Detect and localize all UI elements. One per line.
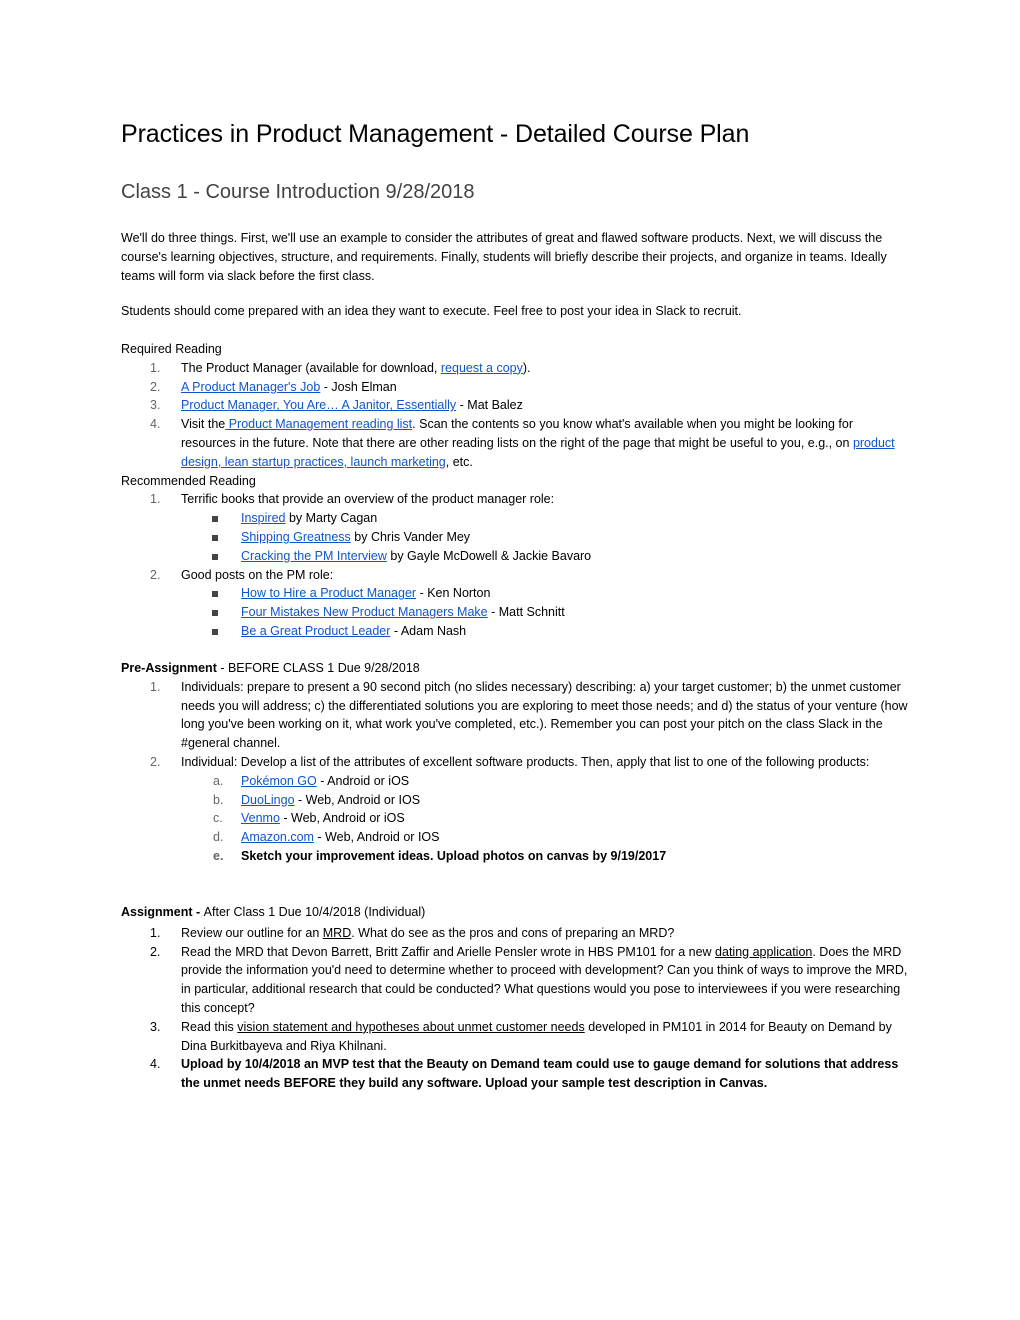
bullet-item: How to Hire a Product Manager - Ken Nort… (121, 584, 911, 603)
list-item: 2. A Product Manager's Job - Josh Elman (150, 379, 397, 394)
pm-job-link[interactable]: A Product Manager's Job (181, 380, 320, 394)
pre-assignment-section: Pre-Assignment - BEFORE CLASS 1 Due 9/28… (121, 659, 911, 866)
launch-marketing-link[interactable]: , launch marketing (344, 455, 446, 469)
pre-assignment-heading: Pre-Assignment - BEFORE CLASS 1 Due 9/28… (121, 661, 420, 675)
pm-janitor-link[interactable]: Product Manager, You Are… A Janitor, Ess… (181, 398, 456, 412)
square-bullet-icon (212, 553, 218, 560)
bullet-item: Shipping Greatness by Chris Vander Mey (121, 528, 911, 547)
assignment-section: Assignment - After Class 1 Due 10/4/2018… (121, 903, 911, 1093)
document-title: Practices in Product Management - Detail… (121, 120, 750, 148)
required-reading-heading: Required Reading (121, 342, 222, 356)
cracking-pm-link[interactable]: Cracking the PM Interview (241, 549, 387, 563)
list-item: 1. Individuals: prepare to present a 90 … (150, 679, 908, 751)
required-reading-section: Required Reading 1. The Product Manager … (121, 340, 911, 641)
list-item: 3. Product Manager, You Are… A Janitor, … (150, 398, 523, 413)
inspired-link[interactable]: Inspired (241, 511, 285, 525)
assignment-heading: Assignment - After Class 1 Due 10/4/2018… (121, 905, 426, 919)
pokemon-go-link[interactable]: Pokémon GO (241, 774, 317, 788)
list-item: 1. Review our outline for an MRD. What d… (150, 925, 675, 940)
list-item: 2. Read the MRD that Devon Barrett, Brit… (150, 944, 908, 1015)
product-item: a. Pokémon GO - Android or iOS (213, 773, 410, 788)
product-item: d. Amazon.com - Web, Android or IOS (213, 830, 440, 845)
product-item: e. Sketch your improvement ideas. Upload… (213, 848, 667, 863)
vision-statement-link[interactable]: vision statement and hypotheses about un… (237, 1020, 584, 1034)
list-item: 1. Terrific books that provide an overvi… (150, 492, 555, 507)
list-item: 2. Good posts on the PM role: (150, 567, 334, 582)
dating-application-link[interactable]: dating application (715, 945, 812, 959)
four-mistakes-link[interactable]: Four Mistakes New Product Managers Make (241, 605, 488, 619)
duolingo-link[interactable]: DuoLingo (241, 793, 295, 807)
product-item: c. Venmo - Web, Android or iOS (213, 811, 405, 826)
venmo-link[interactable]: Venmo (241, 811, 280, 825)
prep-note: Students should come prepared with an id… (121, 304, 742, 318)
bullet-item: Inspired by Marty Cagan (121, 509, 911, 528)
mrd-link[interactable]: MRD (323, 926, 351, 940)
request-copy-link[interactable]: request a copy (441, 361, 523, 375)
amazon-link[interactable]: Amazon.com (241, 830, 314, 844)
square-bullet-icon (212, 591, 218, 598)
pm-reading-list-link[interactable]: Product Management reading list (225, 417, 412, 431)
bullet-item: Four Mistakes New Product Managers Make … (121, 603, 911, 622)
square-bullet-icon (212, 610, 218, 617)
square-bullet-icon (212, 516, 218, 523)
shipping-greatness-link[interactable]: Shipping Greatness (241, 530, 351, 544)
square-bullet-icon (212, 534, 218, 541)
list-item: 1. The Product Manager (available for do… (150, 360, 531, 375)
class-heading: Class 1 - Course Introduction 9/28/2018 (121, 181, 475, 203)
bullet-item: Be a Great Product Leader - Adam Nash (121, 622, 911, 641)
intro-paragraph: We'll do three things. First, we'll use … (121, 231, 887, 283)
list-item: 2. Individual: Develop a list of the att… (150, 754, 870, 769)
product-item: b. DuoLingo - Web, Android or IOS (213, 792, 421, 807)
square-bullet-icon (212, 628, 218, 635)
bullet-item: Cracking the PM Interview by Gayle McDow… (121, 547, 911, 566)
great-leader-link[interactable]: Be a Great Product Leader (241, 624, 390, 638)
list-item: 3. Read this vision statement and hypoth… (150, 1019, 892, 1053)
hire-pm-link[interactable]: How to Hire a Product Manager (241, 586, 416, 600)
list-item: 4. Upload by 10/4/2018 an MVP test that … (150, 1057, 899, 1091)
list-item: 4. Visit the Product Management reading … (150, 417, 895, 469)
lean-startup-link[interactable]: , lean startup practices (218, 455, 344, 469)
recommended-reading-heading: Recommended Reading (121, 473, 256, 488)
